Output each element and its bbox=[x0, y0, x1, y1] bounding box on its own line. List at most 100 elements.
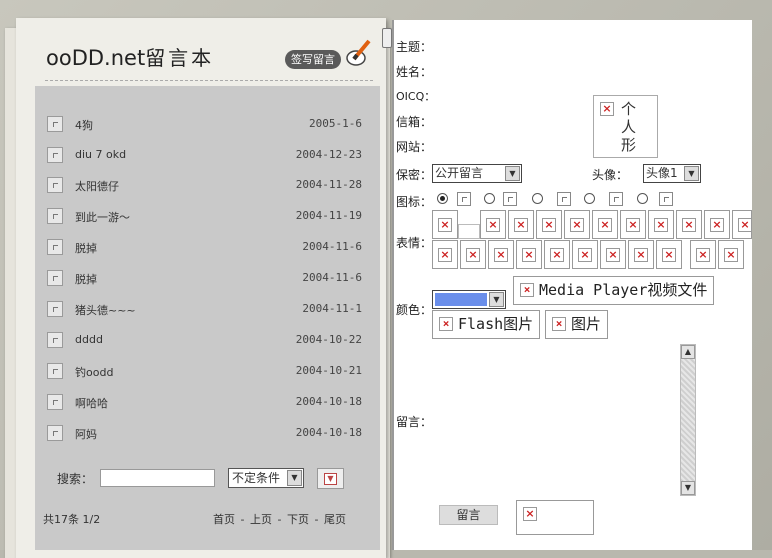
item-date: 2004-10-21 bbox=[295, 364, 362, 377]
emote-button[interactable]: × bbox=[432, 210, 458, 239]
item-date: 2004-11-19 bbox=[295, 209, 362, 222]
message-label: 留言： bbox=[396, 415, 433, 429]
item-icon bbox=[47, 147, 63, 163]
broken-image-icon: × bbox=[522, 248, 536, 262]
item-icon bbox=[47, 394, 63, 410]
broken-image-icon: × bbox=[438, 218, 452, 232]
emote-button[interactable]: × bbox=[704, 210, 730, 239]
list-item[interactable]: 钓oodd 2004-10-21 bbox=[47, 361, 362, 381]
emote-button[interactable]: × bbox=[656, 240, 682, 269]
insert-flash-button[interactable]: × Flash图片 bbox=[432, 310, 541, 339]
privacy-value: 公开留言 bbox=[435, 166, 484, 180]
emote-button[interactable] bbox=[458, 224, 480, 239]
item-title[interactable]: dddd bbox=[75, 333, 103, 346]
emote-button[interactable]: × bbox=[480, 210, 506, 239]
item-title[interactable]: 脱掉 bbox=[75, 240, 97, 256]
broken-image-icon: × bbox=[542, 218, 556, 232]
search-condition-value: 不定条件 bbox=[232, 471, 281, 485]
item-date: 2004-10-18 bbox=[295, 395, 362, 408]
item-title[interactable]: 到此一游～ bbox=[75, 209, 130, 225]
item-title[interactable]: 钓oodd bbox=[75, 364, 113, 380]
emote-button[interactable]: × bbox=[564, 210, 590, 239]
emote-button[interactable]: × bbox=[600, 240, 626, 269]
scroll-up-icon[interactable]: ▲ bbox=[681, 345, 695, 359]
item-title[interactable]: 猪头德~~~ bbox=[75, 302, 136, 318]
emote-button[interactable]: × bbox=[572, 240, 598, 269]
emote-button[interactable]: × bbox=[544, 240, 570, 269]
emote-button[interactable]: × bbox=[676, 210, 702, 239]
message-textarea[interactable] bbox=[432, 344, 696, 496]
list-item[interactable]: 太阳德仔 2004-11-28 bbox=[47, 175, 362, 195]
avatar-select[interactable]: 头像1 ▼ bbox=[643, 164, 701, 183]
search-button[interactable]: ▼ bbox=[317, 468, 344, 489]
broken-image-icon: × bbox=[654, 218, 668, 232]
broken-image-icon: × bbox=[710, 218, 724, 232]
insert-media-player-button[interactable]: × Media Player视频文件 bbox=[513, 276, 715, 305]
emote-button[interactable]: × bbox=[718, 240, 744, 269]
item-date: 2004-11-6 bbox=[302, 271, 362, 284]
scroll-down-icon[interactable]: ▼ bbox=[681, 481, 695, 495]
broken-image-icon: × bbox=[552, 316, 566, 331]
item-date: 2004-10-22 bbox=[295, 333, 362, 346]
search-condition-select[interactable]: 不定条件 ▼ bbox=[228, 468, 304, 488]
prev-page-link[interactable]: 上页 bbox=[250, 513, 272, 526]
item-date: 2004-11-28 bbox=[295, 178, 362, 191]
search-input[interactable] bbox=[100, 469, 215, 487]
last-page-link[interactable]: 尾页 bbox=[324, 513, 346, 526]
icon-radio-3[interactable] bbox=[532, 193, 543, 204]
insert-image-button[interactable]: × 图片 bbox=[545, 310, 609, 339]
emote-button[interactable]: × bbox=[460, 240, 486, 269]
icon-radio-1[interactable] bbox=[437, 193, 448, 204]
list-item[interactable]: 猪头德~~~ 2004-11-1 bbox=[47, 299, 362, 319]
emote-button[interactable]: × bbox=[628, 240, 654, 269]
item-title[interactable]: 阿妈 bbox=[75, 426, 97, 442]
item-title[interactable]: 太阳德仔 bbox=[75, 178, 119, 194]
color-select[interactable]: ▼ bbox=[432, 290, 506, 309]
broken-image-icon: × bbox=[550, 248, 564, 262]
list-item[interactable]: 到此一游～ 2004-11-19 bbox=[47, 206, 362, 226]
pager-separator: - bbox=[277, 513, 282, 526]
item-title[interactable]: 4狗 bbox=[75, 117, 93, 133]
emote-button[interactable]: × bbox=[488, 240, 514, 269]
list-item[interactable]: 啊哈哈 2004-10-18 bbox=[47, 392, 362, 412]
emote-button[interactable]: × bbox=[732, 210, 752, 239]
chevron-down-icon: ▼ bbox=[684, 166, 699, 181]
list-item[interactable]: 脱掉 2004-11-6 bbox=[47, 268, 362, 288]
list-item[interactable]: diu 7 okd 2004-12-23 bbox=[47, 145, 362, 165]
write-message-button[interactable]: 签写留言 bbox=[285, 50, 341, 69]
emote-button[interactable]: × bbox=[620, 210, 646, 239]
item-title[interactable]: 脱掉 bbox=[75, 271, 97, 287]
broken-image-icon: × bbox=[578, 248, 592, 262]
emote-button[interactable]: × bbox=[516, 240, 542, 269]
avatar-preview-text: 个人形 bbox=[621, 100, 637, 154]
submit-message-button[interactable]: 留言 bbox=[439, 505, 498, 525]
total-count: 共17条 1/2 bbox=[43, 513, 101, 526]
item-title[interactable]: 啊哈哈 bbox=[75, 395, 108, 411]
broken-image-icon: × bbox=[600, 102, 614, 116]
emote-button[interactable]: × bbox=[648, 210, 674, 239]
emote-button[interactable]: × bbox=[592, 210, 618, 239]
item-icon bbox=[47, 363, 63, 379]
privacy-select[interactable]: 公开留言 ▼ bbox=[432, 164, 522, 183]
email-label: 信箱： bbox=[396, 115, 433, 129]
subject-label: 主题： bbox=[396, 40, 433, 54]
paper-clip bbox=[382, 28, 392, 48]
next-page-link[interactable]: 下页 bbox=[287, 513, 309, 526]
icon-radio-5[interactable] bbox=[637, 193, 648, 204]
emote-label: 表情： bbox=[396, 236, 433, 250]
emote-button[interactable]: × bbox=[690, 240, 716, 269]
message-scrollbar[interactable]: ▲ ▼ bbox=[680, 344, 696, 496]
list-item[interactable]: 脱掉 2004-11-6 bbox=[47, 237, 362, 257]
emote-button[interactable]: × bbox=[432, 240, 458, 269]
list-item[interactable]: dddd 2004-10-22 bbox=[47, 330, 362, 350]
list-item[interactable]: 4狗 2005-1-6 bbox=[47, 114, 362, 134]
list-item[interactable]: 阿妈 2004-10-18 bbox=[47, 423, 362, 443]
emote-button[interactable]: × bbox=[536, 210, 562, 239]
first-page-link[interactable]: 首页 bbox=[213, 513, 235, 526]
emote-button[interactable]: × bbox=[508, 210, 534, 239]
icon-radio-4[interactable] bbox=[584, 193, 595, 204]
icon-radio-2[interactable] bbox=[484, 193, 495, 204]
pencil-icon bbox=[346, 39, 371, 66]
item-title[interactable]: diu 7 okd bbox=[75, 148, 126, 161]
broken-image-icon: × bbox=[520, 282, 534, 297]
